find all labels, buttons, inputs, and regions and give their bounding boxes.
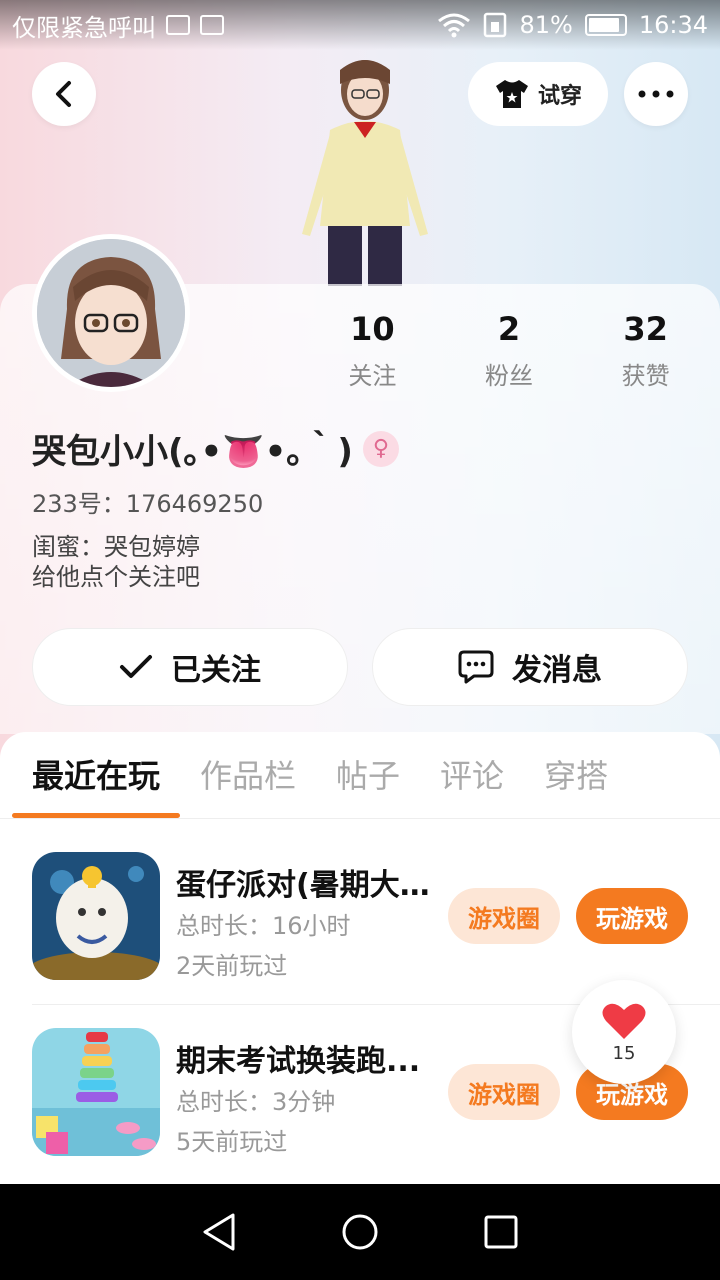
runner-game-image: [32, 1028, 160, 1156]
send-message-button[interactable]: 发消息: [372, 628, 688, 706]
chat-bubble-icon: [458, 650, 494, 684]
followed-button[interactable]: 已关注: [32, 628, 348, 706]
bio-line: 给他点个关注吧: [32, 563, 200, 591]
game-duration: 总时长：3分钟: [176, 1088, 336, 1116]
tab-posts[interactable]: 帖子: [316, 754, 420, 798]
more-button[interactable]: [624, 62, 688, 126]
stat-following[interactable]: 10 关注: [304, 310, 441, 391]
system-nav-bar: [0, 1184, 720, 1280]
like-count: 15: [612, 1042, 636, 1064]
play-game-button[interactable]: 玩游戏: [576, 888, 688, 944]
female-icon: ♀: [362, 430, 399, 467]
profile-stats: 10 关注 2 粉丝 32 获赞: [304, 310, 714, 391]
username: 哭包小小(｡•👅•｡｀): [32, 432, 353, 472]
tab-comments[interactable]: 评论: [420, 754, 524, 798]
status-bar: 仅限紧急呼叫 81% 16:34: [0, 0, 720, 50]
stat-fans[interactable]: 2 粉丝: [441, 310, 578, 391]
game-last-played: 5天前玩过: [176, 1128, 288, 1156]
game-title: 期末考试换装跑...: [176, 1044, 421, 1079]
try-on-label: 试穿: [537, 84, 582, 109]
game-circle-button[interactable]: 游戏圈: [448, 888, 560, 944]
keyboard-icon: [200, 15, 224, 35]
tab-works[interactable]: 作品栏: [180, 754, 316, 798]
game-last-played: 2天前玩过: [176, 952, 288, 980]
battery-icon: [584, 14, 627, 36]
stat-label: 关注: [348, 362, 397, 390]
tab-outfits[interactable]: 穿搭: [524, 754, 628, 798]
try-on-button[interactable]: 试穿: [468, 62, 608, 126]
home-circle-icon[interactable]: [340, 1212, 380, 1252]
chevron-left-icon: [56, 81, 71, 107]
recents-square-icon[interactable]: [483, 1214, 519, 1250]
battery-percent: 81%: [519, 11, 573, 39]
game-circle-button[interactable]: 游戏圈: [448, 1064, 560, 1120]
stat-value: 10: [350, 310, 395, 348]
stat-value: 32: [623, 310, 668, 348]
user-id: 233号：176469250: [32, 490, 264, 518]
image-icon: [166, 15, 190, 35]
tabs-divider: [0, 818, 720, 819]
more-dots-icon: [638, 90, 674, 98]
heart-icon: [602, 1003, 646, 1039]
clock: 16:34: [638, 11, 708, 39]
game-thumbnail[interactable]: [32, 1028, 160, 1156]
back-triangle-icon[interactable]: [201, 1212, 237, 1252]
game-title: 蛋仔派对(暑期大...: [176, 868, 432, 903]
game-thumbnail[interactable]: [32, 852, 160, 980]
bio-line: 闺蜜：哭包婷婷: [32, 533, 200, 561]
username-row: 哭包小小(｡•👅•｡｀) ♀: [32, 424, 399, 473]
send-message-label: 发消息: [512, 653, 602, 688]
followed-label: 已关注: [171, 653, 261, 688]
eggy-party-image: [32, 852, 160, 980]
tshirt-icon: [495, 80, 528, 108]
game-duration: 总时长：16小时: [176, 912, 351, 940]
floating-like-button[interactable]: 15: [572, 980, 676, 1084]
stat-likes[interactable]: 32 获赞: [577, 310, 714, 391]
tab-recently-played[interactable]: 最近在玩: [12, 754, 181, 818]
stat-value: 2: [497, 310, 521, 348]
list-item[interactable]: 蛋仔派对(暑期大... 总时长：16小时 2天前玩过 游戏圈 玩游戏: [32, 852, 720, 982]
carrier-text: 仅限紧急呼叫: [12, 13, 156, 42]
sim-icon: [484, 12, 507, 38]
stat-label: 粉丝: [485, 362, 533, 390]
checkmark-icon: [120, 655, 152, 678]
avatar-character-figure[interactable]: [280, 50, 450, 286]
stat-label: 获赞: [621, 362, 670, 390]
avatar-portrait: [37, 239, 185, 387]
wifi-icon: [438, 13, 471, 38]
profile-tabs: 最近在玩 作品栏 帖子 评论 穿搭: [12, 754, 628, 818]
avatar[interactable]: [32, 234, 190, 392]
back-button[interactable]: [32, 62, 96, 126]
bio: 闺蜜：哭包婷婷 给他点个关注吧: [32, 532, 200, 592]
